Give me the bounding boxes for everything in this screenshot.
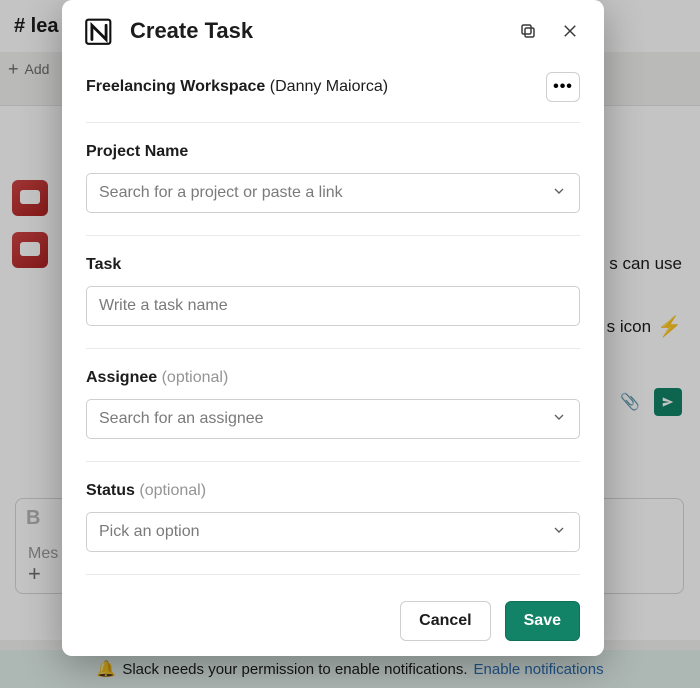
- modal-title: Create Task: [130, 18, 500, 44]
- workspace-owner: (Danny Maiorca): [270, 78, 388, 95]
- project-select[interactable]: Search for a project or paste a link: [86, 173, 580, 213]
- field-assignee: Assignee (optional) Search for an assign…: [86, 349, 580, 462]
- workspace-name: Freelancing Workspace: [86, 78, 265, 95]
- field-project: Project Name Search for a project or pas…: [86, 123, 580, 236]
- close-button[interactable]: [556, 17, 584, 45]
- status-placeholder: Pick an option: [99, 523, 551, 541]
- project-label: Project Name: [86, 143, 580, 161]
- modal-footer: Cancel Save: [62, 586, 604, 656]
- chevron-down-icon: [551, 183, 567, 204]
- assignee-placeholder: Search for an assignee: [99, 410, 551, 428]
- notion-logo-icon: [82, 14, 116, 48]
- assignee-label: Assignee (optional): [86, 369, 580, 387]
- save-button[interactable]: Save: [505, 601, 580, 641]
- task-label: Task: [86, 256, 580, 274]
- field-duedate: DueDate (optional): [86, 575, 580, 586]
- workspace-menu-button[interactable]: •••: [546, 72, 580, 102]
- field-status: Status (optional) Pick an option: [86, 462, 580, 575]
- workspace-label: Freelancing Workspace (Danny Maiorca): [86, 78, 388, 96]
- open-external-button[interactable]: [514, 17, 542, 45]
- create-task-modal: Create Task Freelancing Workspace (Danny…: [62, 0, 604, 656]
- chevron-down-icon: [551, 409, 567, 430]
- cancel-button[interactable]: Cancel: [400, 601, 490, 641]
- status-select[interactable]: Pick an option: [86, 512, 580, 552]
- field-task: Task: [86, 236, 580, 349]
- project-placeholder: Search for a project or paste a link: [99, 184, 551, 202]
- task-input[interactable]: [86, 286, 580, 326]
- status-label: Status (optional): [86, 482, 580, 500]
- modal-body[interactable]: Freelancing Workspace (Danny Maiorca) ••…: [62, 60, 604, 586]
- modal-header: Create Task: [62, 0, 604, 60]
- workspace-row: Freelancing Workspace (Danny Maiorca) ••…: [86, 62, 580, 123]
- chevron-down-icon: [551, 522, 567, 543]
- assignee-select[interactable]: Search for an assignee: [86, 399, 580, 439]
